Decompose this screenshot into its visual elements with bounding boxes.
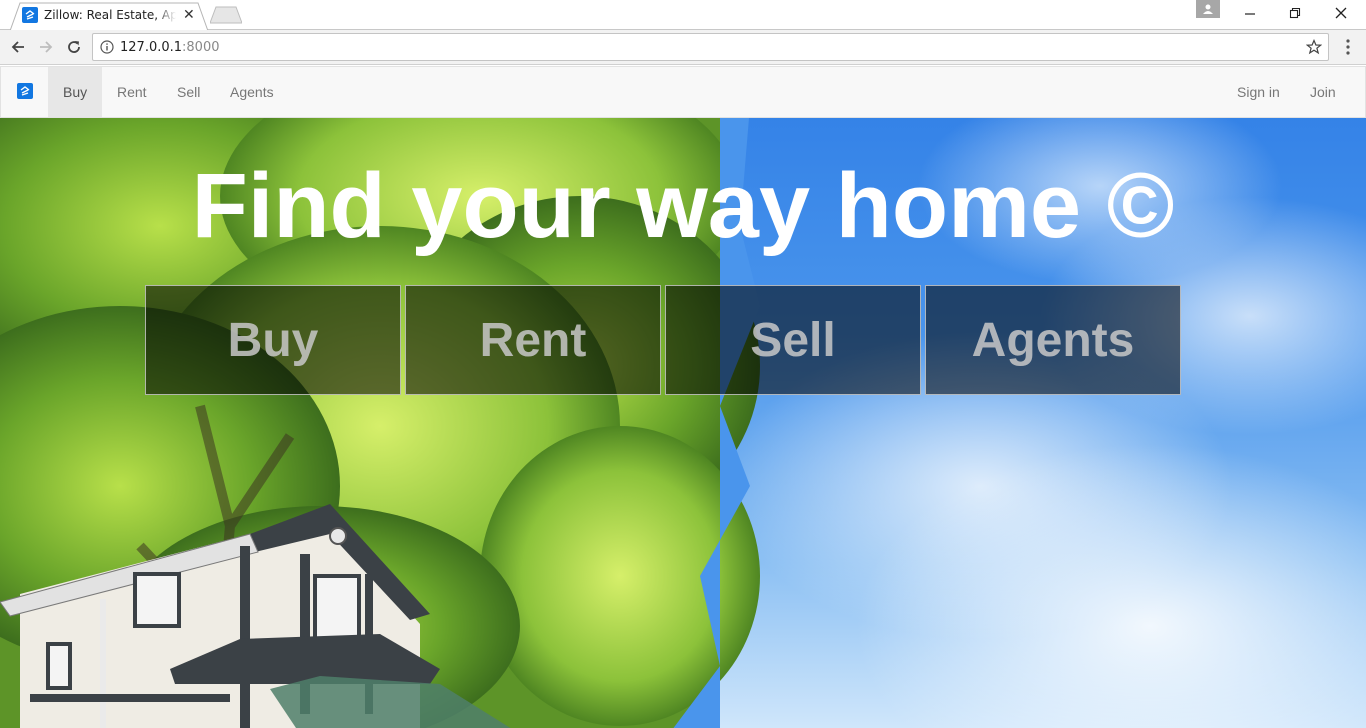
nav-link-rent[interactable]: Rent	[102, 67, 162, 117]
tab-title: Zillow: Real Estate, Apartments	[44, 8, 176, 22]
favicon-icon	[22, 7, 38, 23]
window-close-icon[interactable]	[1331, 4, 1351, 22]
info-icon[interactable]	[100, 40, 114, 54]
hero-button-rent[interactable]: Rent	[405, 285, 661, 395]
nav-link-agents[interactable]: Agents	[215, 67, 289, 117]
sign-in-link[interactable]: Sign in	[1222, 67, 1295, 117]
hero-background: Buy Rent Sell Agents Sign in Join Find y…	[0, 66, 1366, 728]
hero-title: Find your way home ©	[191, 155, 1175, 257]
url-host: 127.0.0.1	[120, 40, 183, 55]
browser-toolbar: 127.0.0.1:8000	[0, 30, 1366, 65]
hero-button-sell[interactable]: Sell	[665, 285, 921, 395]
minimize-icon[interactable]	[1240, 4, 1260, 22]
join-link[interactable]: Join	[1295, 67, 1351, 117]
tab-strip: Zillow: Real Estate, Apartments ✕	[0, 0, 1366, 31]
logo-icon[interactable]	[17, 83, 33, 99]
close-icon[interactable]: ✕	[183, 6, 195, 22]
nav-link-buy[interactable]: Buy	[48, 67, 103, 117]
new-tab-button[interactable]	[210, 6, 242, 24]
user-icon[interactable]	[1196, 0, 1220, 18]
hero-button-agents[interactable]: Agents	[925, 285, 1181, 395]
back-icon[interactable]	[7, 36, 29, 58]
reload-icon[interactable]	[63, 36, 85, 58]
site-navbar: Buy Rent Sell Agents Sign in Join	[0, 66, 1366, 118]
hero-button-buy[interactable]: Buy	[145, 285, 401, 395]
menu-icon[interactable]	[1340, 38, 1356, 56]
address-bar[interactable]: 127.0.0.1:8000	[92, 33, 1329, 61]
url-port: :8000	[182, 40, 220, 55]
house-image	[0, 504, 511, 728]
star-icon[interactable]	[1306, 39, 1322, 55]
restore-icon[interactable]	[1285, 4, 1305, 22]
forward-icon[interactable]	[35, 36, 57, 58]
url-text: 127.0.0.1:8000	[120, 40, 220, 55]
nav-link-sell[interactable]: Sell	[162, 67, 215, 117]
